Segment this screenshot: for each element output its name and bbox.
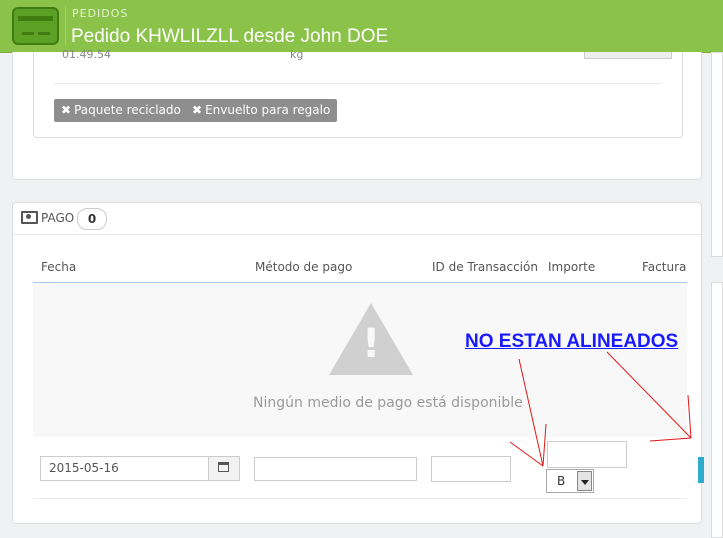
annotation-arrow-line	[687, 394, 692, 439]
annotation-arrows	[509, 351, 692, 467]
annotation-arrow-line	[518, 358, 544, 467]
annotation-arrow-line	[649, 437, 692, 442]
annotation-arrow-line	[606, 351, 692, 439]
annotation-arrow-line	[542, 423, 547, 467]
